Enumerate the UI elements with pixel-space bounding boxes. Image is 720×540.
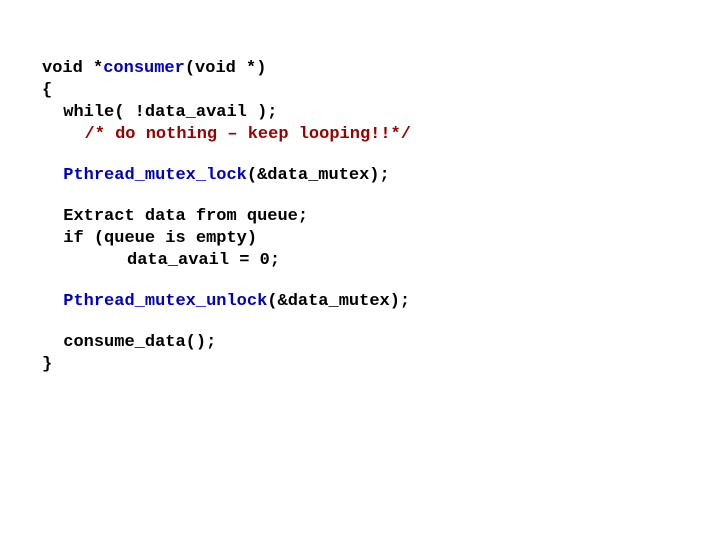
code-line-8: data_avail = 0; bbox=[42, 250, 720, 272]
code-line-10: consume_data(); bbox=[42, 332, 720, 354]
text-void: void * bbox=[42, 59, 103, 78]
code-line-6: Extract data from queue; bbox=[42, 206, 720, 228]
text-sig-end: (void *) bbox=[185, 59, 267, 78]
code-slide: void *consumer(void *) { while( !data_av… bbox=[0, 0, 720, 540]
code-line-3: while( !data_avail ); bbox=[42, 102, 720, 124]
blank-line bbox=[42, 313, 720, 332]
text-consumer: consumer bbox=[103, 59, 185, 78]
code-line-1: void *consumer(void *) bbox=[42, 58, 720, 80]
text-mutex-lock-args: (&data_mutex); bbox=[247, 166, 390, 185]
text-mutex-unlock-args: (&data_mutex); bbox=[267, 292, 410, 311]
code-line-9: Pthread_mutex_unlock(&data_mutex); bbox=[42, 291, 720, 313]
code-line-5: Pthread_mutex_lock(&data_mutex); bbox=[42, 165, 720, 187]
blank-line bbox=[42, 272, 720, 291]
text-mutex-lock: Pthread_mutex_lock bbox=[63, 166, 247, 185]
code-line-11: } bbox=[42, 354, 720, 376]
code-line-4-comment: /* do nothing – keep looping!!*/ bbox=[42, 124, 720, 146]
blank-line bbox=[42, 146, 720, 165]
code-line-2: { bbox=[42, 80, 720, 102]
code-line-7: if (queue is empty) bbox=[42, 228, 720, 250]
blank-line bbox=[42, 187, 720, 206]
text-mutex-unlock: Pthread_mutex_unlock bbox=[63, 292, 267, 311]
